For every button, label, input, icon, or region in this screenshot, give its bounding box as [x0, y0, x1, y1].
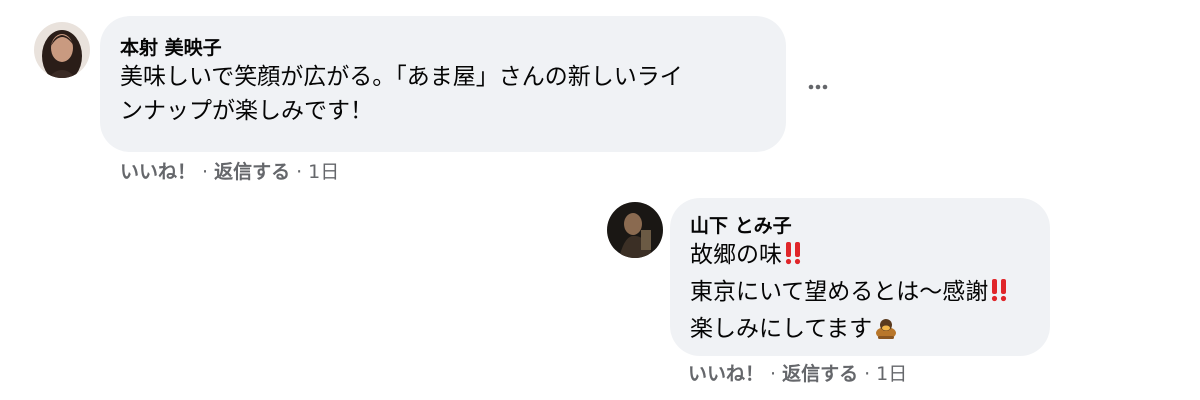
separator: · [296, 161, 303, 183]
comment-text-line: 東京にいて望めるとは～感謝 [690, 275, 1032, 312]
more-options-icon[interactable] [806, 78, 834, 90]
reply-button[interactable]: 返信する [214, 161, 290, 183]
comment-text-segment: 故郷の味 [690, 242, 782, 268]
separator: · [864, 363, 871, 385]
separator: · [770, 363, 777, 385]
comment-bubble: 山下 とみ子 故郷の味 東京にいて望めるとは～感謝 楽しみにしてます [670, 198, 1050, 356]
comment-actions: いいね！ · 返信する · 1日 [120, 160, 339, 184]
timestamp[interactable]: 1日 [308, 161, 339, 183]
comment-actions: いいね！ · 返信する · 1日 [688, 362, 907, 386]
comment-text-segment: 東京にいて望めるとは～感謝 [690, 279, 989, 305]
comment-text-line: 美味しいで笑顔が広がる。「あま屋」さんの新しいライ [120, 64, 683, 90]
comment-text-line: ンナップが楽しみです！ [120, 98, 373, 124]
avatar[interactable] [607, 202, 663, 258]
reply-button[interactable]: 返信する [782, 363, 858, 385]
comment-text-line: 故郷の味 [690, 238, 1032, 275]
comment-text: 故郷の味 東京にいて望めるとは～感謝 楽しみにしてます [690, 238, 1032, 350]
separator: · [202, 161, 209, 183]
like-button[interactable]: いいね！ [120, 161, 196, 183]
comment-text-line: 楽しみにしてます [690, 312, 1032, 350]
avatar[interactable] [34, 22, 90, 78]
comment-text-segment: 楽しみにしてます [690, 316, 873, 342]
comment-author[interactable]: 本射 美映子 [120, 36, 762, 60]
comment-author[interactable]: 山下 とみ子 [690, 214, 1032, 238]
double-exclamation-emoji [784, 241, 802, 275]
timestamp[interactable]: 1日 [876, 363, 907, 385]
bowing-person-emoji [874, 316, 898, 350]
like-button[interactable]: いいね！ [688, 363, 764, 385]
comment-text: 美味しいで笑顔が広がる。「あま屋」さんの新しいライ ンナップが楽しみです！ [120, 60, 762, 128]
comment-bubble: 本射 美映子 美味しいで笑顔が広がる。「あま屋」さんの新しいライ ンナップが楽し… [100, 16, 786, 152]
double-exclamation-emoji [990, 278, 1008, 312]
